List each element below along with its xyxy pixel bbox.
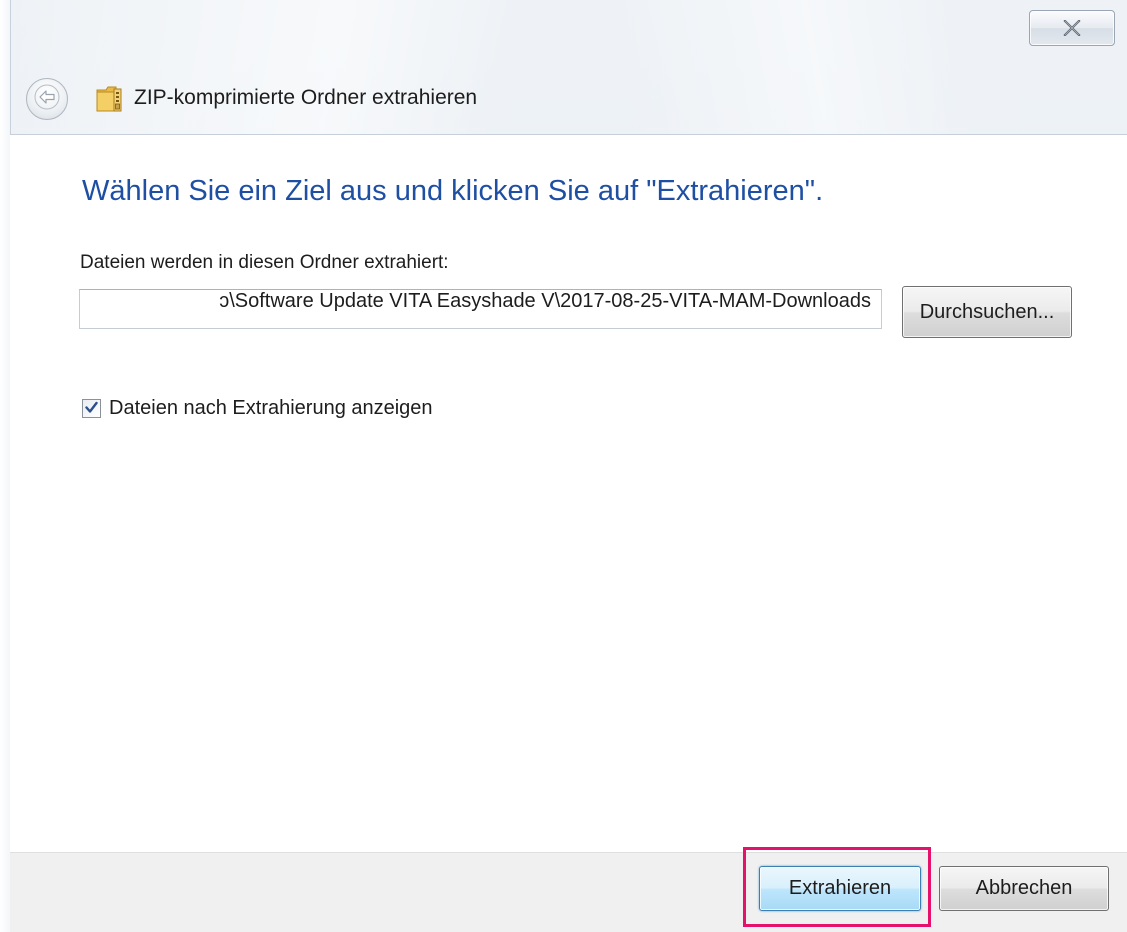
- checkmark-icon: [85, 399, 98, 418]
- close-button[interactable]: [1029, 10, 1115, 46]
- extract-dialog: ZIP-komprimierte Ordner extrahieren Wähl…: [0, 0, 1127, 932]
- destination-label: Dateien werden in diesen Ordner extrahie…: [80, 252, 449, 273]
- browse-button[interactable]: Durchsuchen...: [902, 286, 1072, 338]
- page-heading: Wählen Sie ein Ziel aus und klicken Sie …: [82, 175, 824, 207]
- content-panel: Wählen Sie ein Ziel aus und klicken Sie …: [10, 134, 1127, 853]
- show-files-checkbox[interactable]: [82, 399, 101, 418]
- cancel-button[interactable]: Abbrechen: [939, 866, 1109, 911]
- destination-path-input[interactable]: ɔ\Software Update VITA Easyshade V\2017-…: [79, 289, 882, 329]
- back-button[interactable]: [26, 78, 68, 120]
- extract-button[interactable]: Extrahieren: [759, 866, 921, 911]
- back-arrow-icon: [34, 84, 60, 114]
- zip-folder-icon: [96, 85, 126, 113]
- close-icon: [1063, 20, 1081, 36]
- path-text: \Software Update VITA Easyshade V\2017-0…: [229, 290, 871, 312]
- path-prefix-glyph: ɔ: [219, 290, 230, 312]
- show-files-label: Dateien nach Extrahierung anzeigen: [109, 397, 433, 419]
- window-title: ZIP-komprimierte Ordner extrahieren: [134, 86, 478, 109]
- show-files-option[interactable]: Dateien nach Extrahierung anzeigen: [82, 397, 433, 420]
